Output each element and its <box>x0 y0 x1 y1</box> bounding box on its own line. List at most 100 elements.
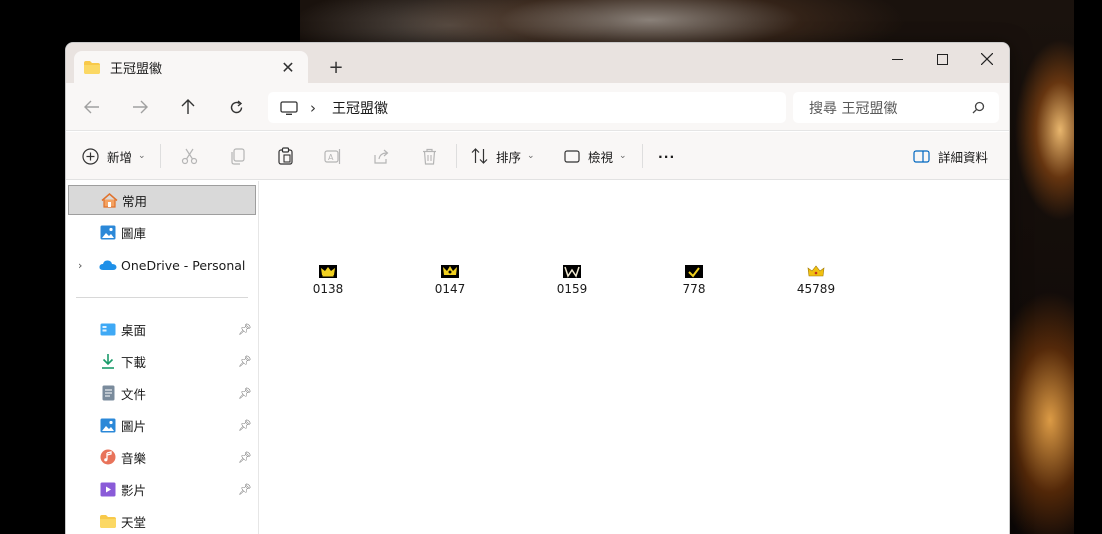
file-item[interactable]: 0159 <box>532 265 612 305</box>
sidebar-item-music[interactable]: 音樂 📌︎ <box>68 442 256 472</box>
sidebar-item-downloads[interactable]: 下載 📌︎ <box>68 346 256 376</box>
crown-emblem-icon <box>685 265 703 278</box>
scissors-icon <box>181 148 197 164</box>
sort-icon <box>471 148 488 164</box>
pin-icon[interactable]: 📌︎ <box>238 387 252 400</box>
file-name: 0159 <box>556 282 588 296</box>
details-pane-icon <box>913 149 930 163</box>
new-tab-button[interactable]: + <box>324 55 348 79</box>
file-name: 45789 <box>796 282 836 296</box>
more-options-button[interactable]: ··· <box>658 144 675 168</box>
pin-icon[interactable]: 📌︎ <box>238 419 252 432</box>
sidebar-item-tiantang[interactable]: 天堂 <box>68 506 256 534</box>
arrow-up-icon <box>181 99 195 114</box>
chevron-down-icon: ⌄ <box>619 151 627 161</box>
sidebar-item-pictures[interactable]: 圖片 📌︎ <box>68 410 256 440</box>
view-icon <box>564 149 580 163</box>
maximize-button[interactable] <box>919 43 965 75</box>
breadcrumb-separator: › <box>310 98 316 117</box>
pin-icon[interactable]: 📌︎ <box>238 323 252 336</box>
file-name: 0147 <box>434 282 466 296</box>
svg-text:A: A <box>328 153 334 162</box>
file-name: 0138 <box>312 282 344 296</box>
file-item[interactable]: 0147 <box>410 265 490 305</box>
search-icon <box>972 101 985 114</box>
file-name: 778 <box>682 282 706 296</box>
arrow-left-icon <box>84 100 99 114</box>
chevron-down-icon: ⌄ <box>527 151 535 161</box>
delete-button[interactable] <box>418 145 440 167</box>
sidebar-item-label: OneDrive - Personal <box>121 257 246 273</box>
cut-button[interactable] <box>178 145 200 167</box>
close-button[interactable] <box>964 43 1009 75</box>
onedrive-cloud-icon <box>99 257 117 273</box>
minimize-button[interactable] <box>874 43 920 75</box>
forward-button[interactable] <box>125 93 155 121</box>
refresh-button[interactable] <box>221 93 251 121</box>
crown-emblem-icon <box>319 265 337 278</box>
share-icon <box>373 149 388 164</box>
folder-icon <box>84 60 100 74</box>
pin-icon[interactable]: 📌︎ <box>238 483 252 496</box>
home-icon <box>100 192 118 208</box>
file-explorer-window: 王冠盟徽 ✕ + › 王冠盟徽 搜尋 王冠盟徽 新增 ⌄ A 排序 ⌄ 檢視 ⌄… <box>65 42 1010 534</box>
file-list-area: 0138 0147 0159 778 45789 <box>260 181 1009 534</box>
sidebar-item-label: 影片 <box>121 482 147 498</box>
sidebar-item-home[interactable]: 常用 <box>68 185 256 215</box>
sidebar-item-label: 桌面 <box>121 322 147 338</box>
file-item[interactable]: 0138 <box>288 265 368 305</box>
address-bar[interactable]: › 王冠盟徽 <box>268 92 786 123</box>
sidebar-item-desktop[interactable]: 桌面 📌︎ <box>68 314 256 344</box>
paste-button[interactable] <box>274 145 296 167</box>
toolbar-divider <box>456 144 457 168</box>
rename-button[interactable]: A <box>322 145 344 167</box>
sidebar-item-videos[interactable]: 影片 📌︎ <box>68 474 256 504</box>
sort-button[interactable]: 排序 ⌄ <box>471 144 535 168</box>
maximize-icon <box>936 53 948 65</box>
chevron-down-icon: ⌄ <box>138 151 146 161</box>
new-button[interactable]: 新增 ⌄ <box>82 144 146 168</box>
share-button[interactable] <box>370 145 392 167</box>
tab-wangguan[interactable]: 王冠盟徽 ✕ <box>74 51 308 83</box>
file-item[interactable]: 45789 <box>776 265 856 305</box>
search-placeholder: 搜尋 王冠盟徽 <box>809 100 898 117</box>
minimize-icon <box>891 58 903 60</box>
wallpaper-dark-edge <box>1074 0 1102 534</box>
chevron-right-icon[interactable]: › <box>78 259 82 272</box>
documents-icon <box>99 385 117 401</box>
command-bar: 新增 ⌄ A 排序 ⌄ 檢視 ⌄ ··· 詳細資料 <box>66 132 1009 180</box>
tab-title: 王冠盟徽 <box>110 61 163 77</box>
pin-icon[interactable]: 📌︎ <box>238 451 252 464</box>
toolbar-divider <box>642 144 643 168</box>
view-button[interactable]: 檢視 ⌄ <box>564 144 627 168</box>
sidebar-item-label: 圖片 <box>121 418 147 434</box>
pin-icon[interactable]: 📌︎ <box>238 355 252 368</box>
back-button[interactable] <box>77 93 107 121</box>
tab-close-icon[interactable]: ✕ <box>278 57 298 77</box>
close-icon <box>981 53 993 65</box>
clipboard-icon <box>277 147 293 165</box>
search-box[interactable]: 搜尋 王冠盟徽 <box>793 92 999 123</box>
music-icon <box>99 449 117 465</box>
up-button[interactable] <box>173 93 203 121</box>
toolbar-divider <box>160 144 161 168</box>
this-pc-icon <box>280 100 298 115</box>
details-pane-button[interactable]: 詳細資料 <box>913 144 988 168</box>
sidebar-divider <box>76 297 248 298</box>
copy-icon <box>230 147 245 165</box>
sidebar-item-label: 天堂 <box>121 514 147 530</box>
copy-button[interactable] <box>226 145 248 167</box>
sidebar-item-label: 文件 <box>121 386 147 402</box>
sidebar-item-documents[interactable]: 文件 📌︎ <box>68 378 256 408</box>
breadcrumb-current[interactable]: 王冠盟徽 <box>332 98 388 118</box>
sort-label: 排序 <box>496 149 522 165</box>
videos-icon <box>99 481 117 497</box>
sidebar-item-gallery[interactable]: 圖庫 <box>68 217 256 247</box>
sidebar-item-onedrive[interactable]: › OneDrive - Personal <box>68 250 256 280</box>
folder-icon <box>99 513 117 529</box>
download-icon <box>99 353 117 369</box>
file-item[interactable]: 778 <box>654 265 734 305</box>
desktop-icon <box>99 321 117 337</box>
sidebar-item-label: 圖庫 <box>121 225 147 241</box>
refresh-icon <box>230 99 242 113</box>
